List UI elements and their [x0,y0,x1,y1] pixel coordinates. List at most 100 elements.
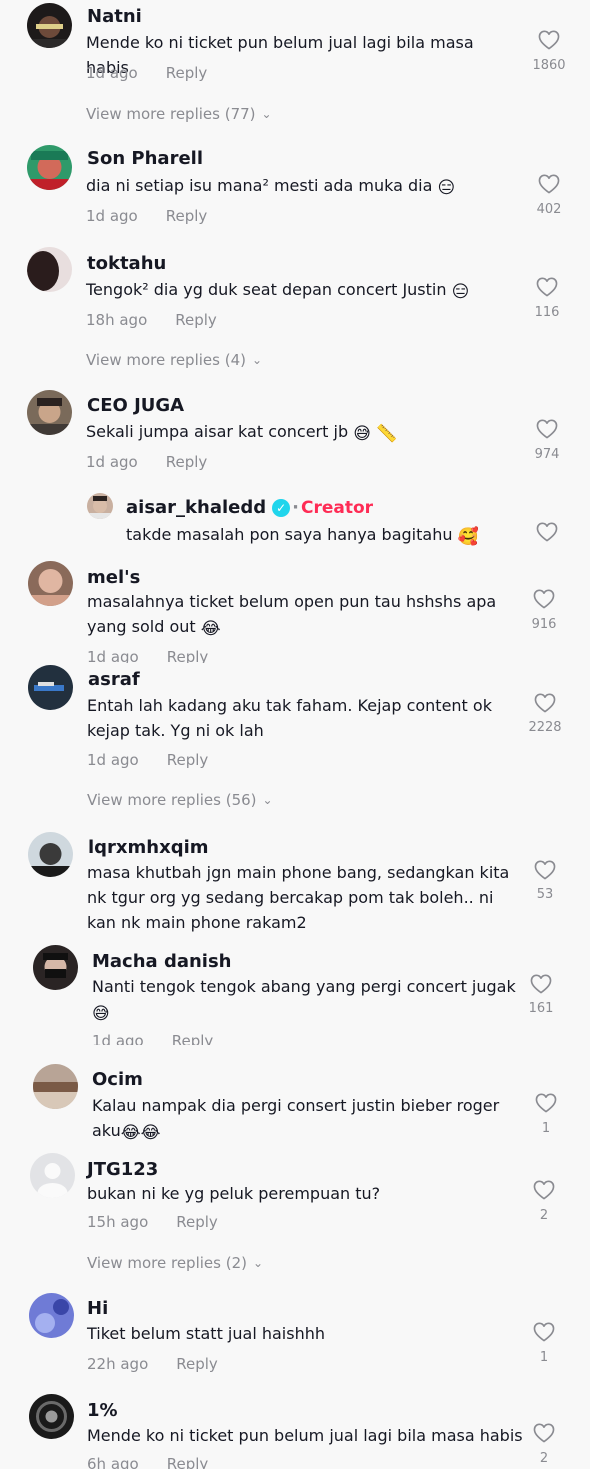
comment-text-body: takde masalah pon saya hanya bagitahu [126,525,453,544]
comment-text: masalahnya ticket belum open pun tau hsh… [87,589,507,639]
heart-outline-icon[interactable] [536,277,558,297]
comment-username[interactable]: Ocim [92,1069,143,1090]
comment-time: 1d ago [86,207,138,225]
like-count: 1860 [532,58,566,73]
comment-username[interactable]: Natni [87,6,142,27]
comment-username[interactable]: mel's [87,567,140,588]
avatar[interactable] [28,561,73,606]
heart-outline-icon[interactable] [533,589,555,609]
like-count: 402 [536,202,562,217]
heart-outline-icon[interactable] [534,693,556,713]
avatar[interactable] [30,1153,75,1198]
comment-text-body: Tiket belum statt jual haishhh [87,1324,325,1343]
comment-text: Tiket belum statt jual haishhh [87,1321,507,1346]
comment-meta: 1d ago Reply [92,1032,213,1045]
comment-item: 1% Mende ko ni ticket pun belum jual lag… [0,1392,590,1469]
reply-button[interactable]: Reply [167,751,209,769]
like-count: 974 [534,447,560,462]
comment-time: 1d ago [87,648,139,663]
heart-outline-icon[interactable] [538,174,560,194]
comment-item: mel's masalahnya ticket belum open pun t… [0,555,590,663]
like-count: 116 [534,305,560,320]
heart-outline-icon[interactable] [534,860,556,880]
creator-label: Creator [300,498,374,518]
like-count: 161 [528,1001,554,1016]
heart-outline-icon[interactable] [533,1180,555,1200]
comment-emoji: 😂 [200,619,221,639]
comment-username[interactable]: JTG123 [87,1159,158,1180]
comment-username[interactable]: CEO JUGA [87,395,184,416]
view-more-label: View more replies (2) [87,1254,247,1272]
comment-username[interactable]: Son Pharell [87,148,203,169]
comment-text: Nanti tengok tengok abang yang pergi con… [92,974,517,1024]
comment-meta: 1d ago Reply [87,648,208,663]
comment-username[interactable]: Macha danish [92,951,232,972]
heart-outline-icon[interactable] [533,1322,555,1342]
comment-username[interactable]: asraf [88,669,140,690]
view-more-label: View more replies (56) [87,791,257,809]
comment-emoji: 😑 [437,178,456,198]
like-count: 53 [536,887,554,902]
avatar[interactable] [33,1064,78,1109]
comment-text: Sekali jumpa aisar kat concert jb 😅 📏 [86,419,516,444]
comment-meta: 1d ago Reply [86,453,207,471]
heart-outline-icon[interactable] [530,974,552,994]
reply-button[interactable]: Reply [176,1355,218,1373]
like-count: 1 [539,1350,549,1365]
view-more-label: View more replies (4) [86,351,246,369]
comment-text-body: Mende ko ni ticket pun belum jual lagi b… [87,1426,523,1445]
comment-time: 1d ago [92,1032,144,1045]
avatar[interactable] [29,1394,74,1439]
reply-button[interactable]: Reply [172,1032,214,1045]
heart-outline-icon[interactable] [535,1093,557,1113]
comment-meta: 1d ago Reply [87,751,208,769]
comment-time: 1d ago [87,751,139,769]
heart-outline-icon[interactable] [536,419,558,439]
separator-dot: · [292,497,299,518]
chevron-down-icon: ⌄ [251,353,263,367]
comment-time: 1d ago [86,64,138,82]
avatar[interactable] [29,1293,74,1338]
comment-text: Tengok² dia yg duk seat depan concert Ju… [86,277,516,302]
comment-meta: 18h ago Reply [86,311,217,329]
comment-emoji: 😅 📏 [353,424,398,444]
comment-username[interactable]: toktahu [87,253,166,274]
avatar[interactable] [27,3,72,48]
comment-item: lqrxmhxqim masa khutbah jgn main phone b… [0,832,590,940]
comment-time: 18h ago [86,311,148,329]
avatar[interactable] [87,493,113,519]
reply-button[interactable]: Reply [166,453,208,471]
reply-button[interactable]: Reply [176,1213,218,1231]
comment-username[interactable]: Hi [87,1298,108,1319]
avatar[interactable] [27,390,72,435]
avatar[interactable] [28,665,73,710]
comment-time: 1d ago [86,453,138,471]
heart-outline-icon[interactable] [538,30,560,50]
heart-outline-icon[interactable] [536,522,558,542]
reply-button[interactable]: Reply [175,311,217,329]
view-more-replies[interactable]: View more replies (56) ⌄ [87,791,273,809]
reply-button[interactable]: Reply [166,207,208,225]
avatar[interactable] [27,247,72,292]
view-more-replies[interactable]: View more replies (4) ⌄ [86,351,262,369]
view-more-replies[interactable]: View more replies (77) ⌄ [86,105,272,123]
chevron-down-icon: ⌄ [262,793,273,807]
reply-button[interactable]: Reply [167,1455,209,1469]
reply-button[interactable]: Reply [167,648,209,663]
view-more-replies[interactable]: View more replies (2) ⌄ [87,1254,263,1272]
reply-button[interactable]: Reply [166,64,208,82]
comment-meta: 22h ago Reply [87,1355,218,1373]
comment-item: toktahu Tengok² dia yg duk seat depan co… [0,245,590,375]
avatar[interactable] [33,945,78,990]
creator-reply: aisar_khaledd ✓ · Creator takde masalah pon… [0,488,590,550]
comment-username[interactable]: aisar_khaledd [126,497,266,518]
comment-item: JTG123 bukan ni ke yg peluk perempuan tu… [0,1150,590,1280]
comment-time: 15h ago [87,1213,149,1231]
avatar[interactable] [28,832,73,877]
heart-outline-icon[interactable] [533,1423,555,1443]
comment-text-body: bukan ni ke yg peluk perempuan tu? [87,1184,381,1203]
comment-text: Mende ko ni ticket pun belum jual lagi b… [87,1423,527,1448]
comment-username[interactable]: 1% [87,1400,118,1421]
avatar[interactable] [27,145,72,190]
comment-username[interactable]: lqrxmhxqim [88,837,209,858]
